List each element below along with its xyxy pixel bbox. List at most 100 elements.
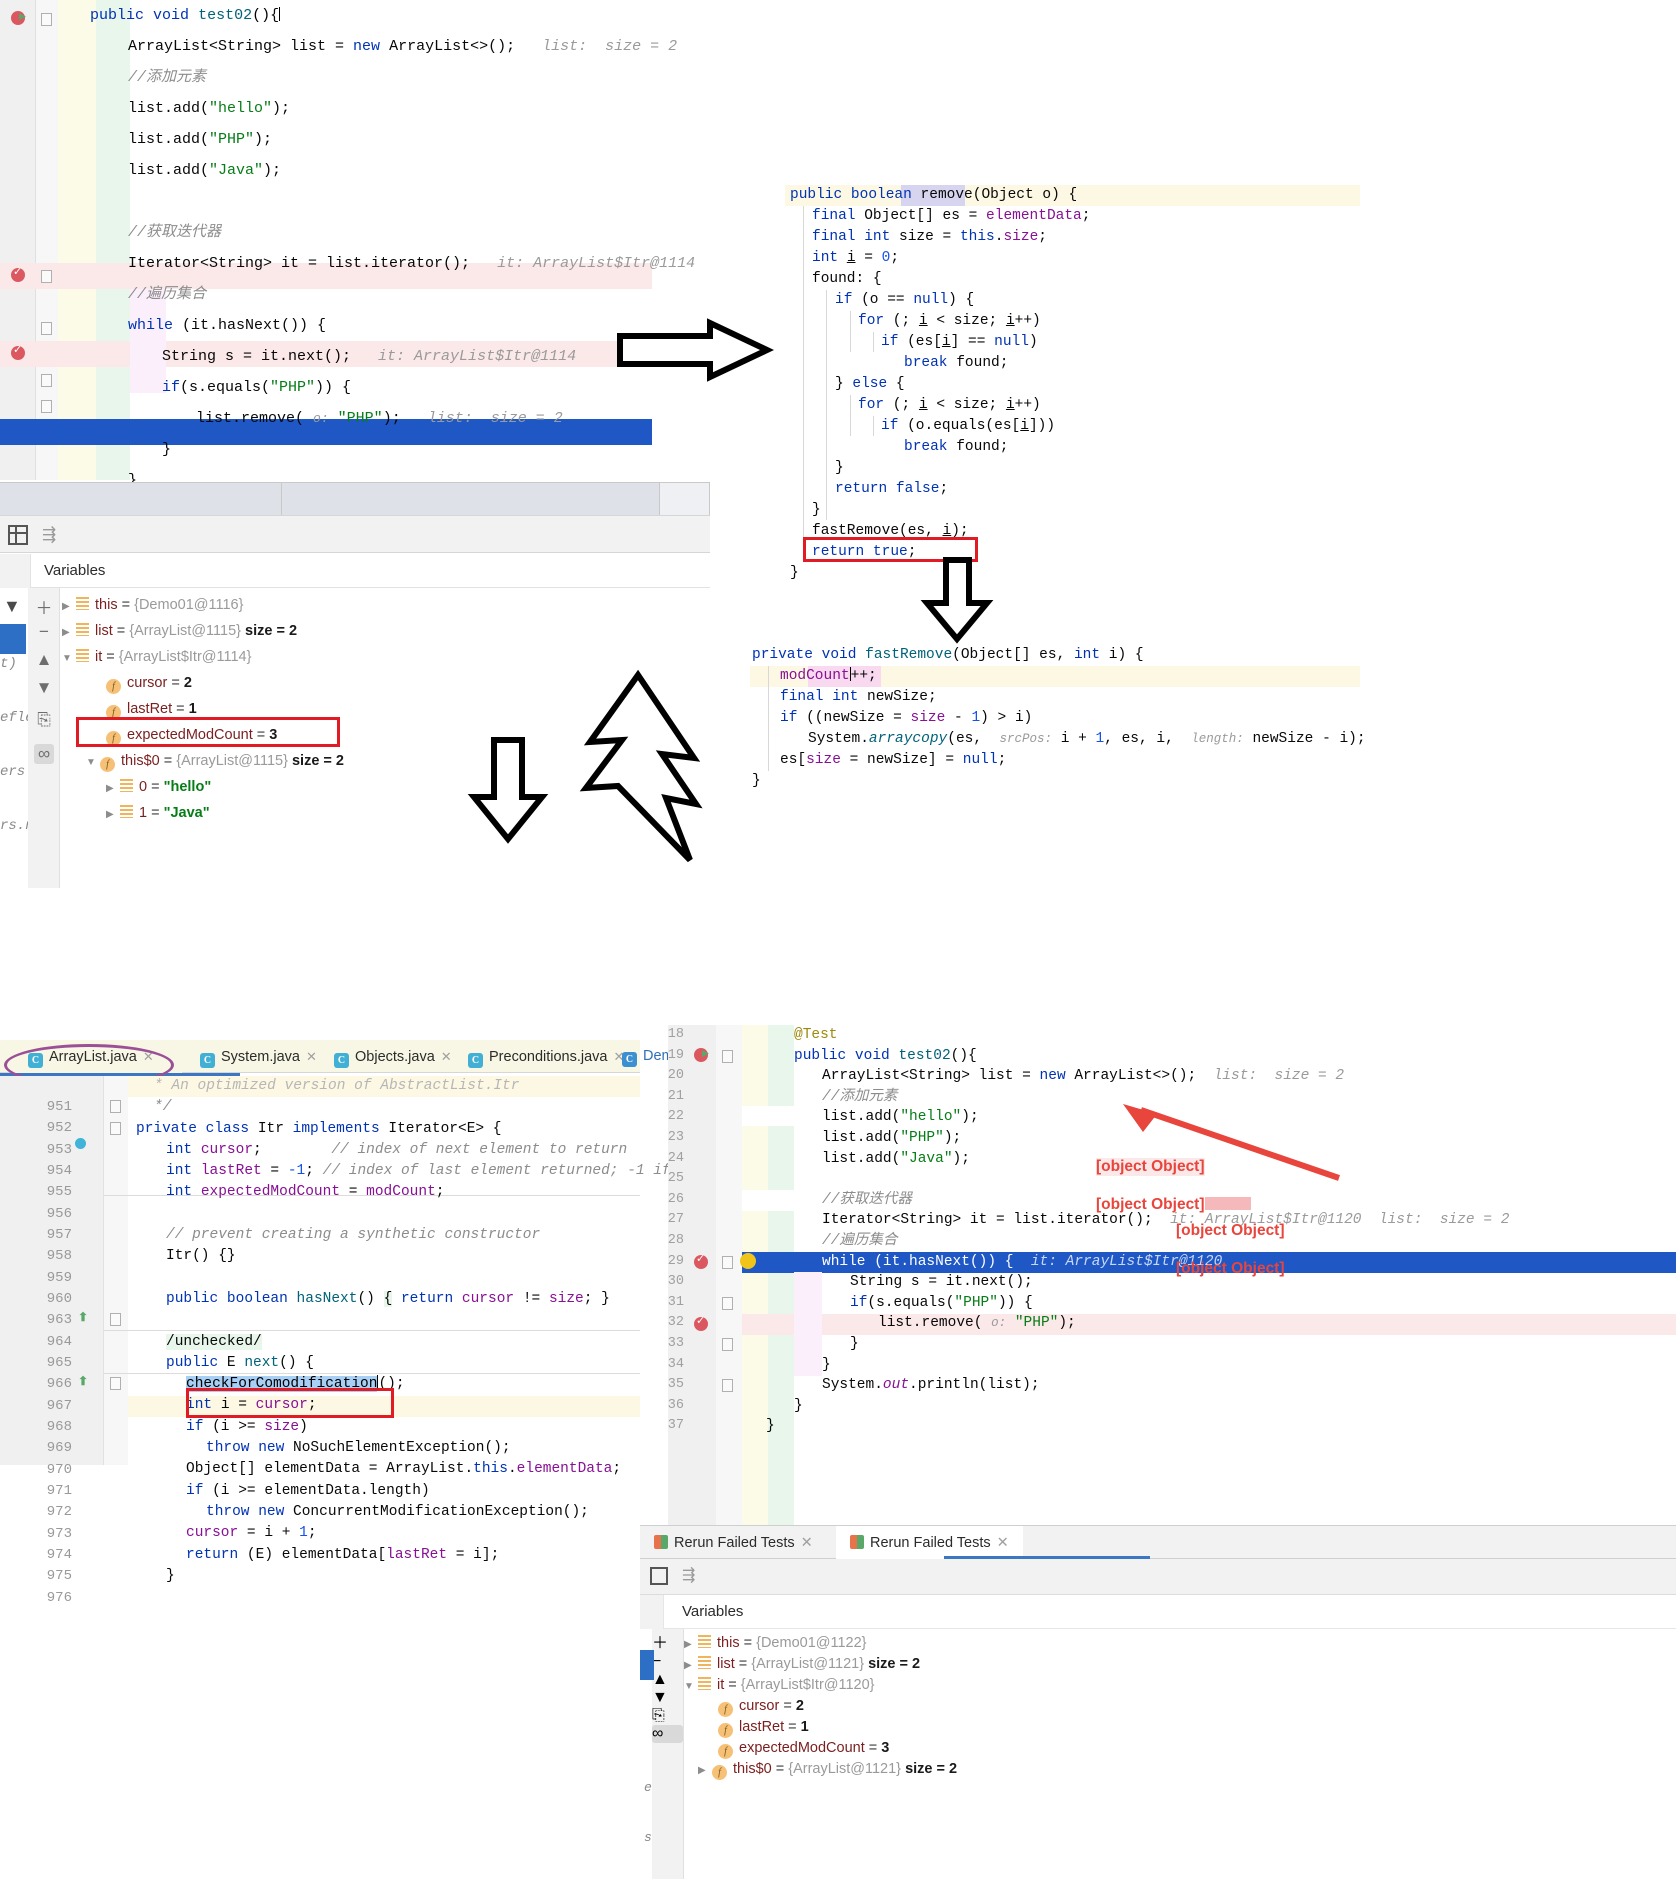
- down-icon[interactable]: ▼: [652, 1689, 683, 1707]
- run-tool-window-tabs[interactable]: Rerun Failed Tests ✕ Rerun Failed Tests ✕: [640, 1525, 1676, 1560]
- variable-row-index1[interactable]: ▶ 1 = "Java": [106, 802, 210, 826]
- fold-handle[interactable]: [110, 1122, 121, 1135]
- fold-handle[interactable]: [110, 1313, 121, 1326]
- fold-handle[interactable]: [110, 1377, 121, 1390]
- expander-icon[interactable]: ▶: [106, 778, 120, 800]
- override-marker-icon[interactable]: [75, 1138, 86, 1149]
- table-icon[interactable]: [8, 525, 28, 545]
- breakpoint-icon[interactable]: [694, 1252, 708, 1269]
- variable-row-index0[interactable]: ▶ 0 = "hello": [106, 776, 211, 800]
- expander-icon[interactable]: ▼: [62, 648, 76, 670]
- implementation-marker-icon[interactable]: ⬆: [78, 1310, 88, 1324]
- run-gutter-icon[interactable]: [11, 11, 26, 25]
- list-icon: [698, 1635, 711, 1648]
- implementation-marker-icon[interactable]: ⬆: [78, 1374, 88, 1388]
- close-icon[interactable]: ✕: [306, 1049, 317, 1064]
- list-icon: [698, 1677, 711, 1690]
- field-icon: f: [712, 1765, 727, 1780]
- variables-header-left-cell: [640, 1595, 664, 1629]
- variables-title: Variables: [44, 562, 106, 579]
- variable-row-cursor[interactable]: f cursor = 2: [718, 1695, 804, 1717]
- variable-row-it[interactable]: ▼ it = {ArrayList$Itr@1114}: [62, 646, 251, 670]
- close-icon[interactable]: ✕: [801, 1535, 813, 1551]
- plus-icon[interactable]: ＋: [652, 1629, 683, 1653]
- expander-icon[interactable]: ▶: [62, 622, 76, 644]
- fold-handle[interactable]: [41, 374, 52, 387]
- minus-icon[interactable]: −: [652, 1653, 683, 1671]
- debug-toolbar[interactable]: ⇶: [0, 515, 710, 553]
- fold-handle[interactable]: [722, 1050, 733, 1063]
- variable-row-this[interactable]: ▶ this = {Demo01@1116}: [62, 594, 243, 618]
- rerun-icon: [850, 1535, 864, 1549]
- fold-handle[interactable]: [41, 270, 52, 283]
- variable-row-cursor[interactable]: f cursor = 2: [106, 672, 192, 694]
- sort-icon[interactable]: ⇶: [682, 1565, 695, 1585]
- list-icon: [76, 597, 89, 610]
- expander-icon[interactable]: ▶: [698, 1760, 712, 1782]
- annotation-checkforcomodification: [object Object]: [1176, 1222, 1285, 1239]
- sort-icon[interactable]: ⇶: [42, 525, 62, 545]
- breakpoint-icon[interactable]: [694, 1314, 708, 1331]
- fastremove-code-text: private void fastRemove(Object[] es, int…: [752, 647, 1366, 789]
- expander-icon[interactable]: ▼: [86, 752, 100, 774]
- copy-icon[interactable]: ⎘: [652, 1707, 683, 1725]
- down-icon[interactable]: ▼: [34, 678, 54, 698]
- arraylist-source-panel[interactable]: C ArrayList.java ✕ C System.java ✕ C Objects.…: [0, 1040, 688, 1606]
- variable-row-lastret[interactable]: f lastRet = 1: [718, 1716, 809, 1738]
- annotation-not-reached: [object Object]: [1096, 1196, 1251, 1214]
- breakpoint-icon[interactable]: [11, 343, 25, 360]
- top-left-editor[interactable]: public void test02(){ ArrayList<String> …: [0, 0, 710, 551]
- checkforcomodification-box: [186, 1388, 394, 1418]
- annotation-size-cursor: [object Object]: [1096, 1158, 1205, 1176]
- expander-icon[interactable]: ▶: [62, 596, 76, 618]
- run-gutter-icon[interactable]: [694, 1048, 709, 1062]
- expander-icon[interactable]: ▶: [106, 804, 120, 826]
- fold-handle[interactable]: [722, 1256, 733, 1269]
- fold-handle[interactable]: [722, 1379, 733, 1392]
- variable-row-expectedmodcount[interactable]: f expectedModCount = 3: [718, 1737, 889, 1759]
- tabstrip-segment[interactable]: [0, 483, 282, 515]
- fold-column[interactable]: [716, 1025, 742, 1525]
- fold-handle[interactable]: [722, 1338, 733, 1351]
- tabstrip-segment[interactable]: [660, 483, 710, 515]
- up-icon[interactable]: ▲: [34, 650, 54, 670]
- variable-row-this0[interactable]: ▼ f this$0 = {ArrayList@1115} size = 2: [86, 750, 344, 774]
- file-tab-system[interactable]: C System.java ✕: [200, 1040, 317, 1073]
- tool-window-tabstrip[interactable]: [0, 482, 710, 515]
- plus-icon[interactable]: ＋: [34, 594, 54, 618]
- bottom-debug-toolbar[interactable]: ⇶: [640, 1559, 1676, 1595]
- variables-side-toolbar[interactable]: ＋ − ▲ ▼ ⎘ ∞: [28, 588, 60, 888]
- expander-icon[interactable]: ▼: [684, 1676, 698, 1698]
- breakpoint-icon[interactable]: [11, 265, 25, 282]
- variable-row-list[interactable]: ▶ list = {ArrayList@1115} size = 2: [62, 620, 297, 644]
- editor-gutter[interactable]: [0, 0, 36, 480]
- fold-handle[interactable]: [41, 13, 52, 26]
- variable-row-this0[interactable]: ▶ f this$0 = {ArrayList@1121} size = 2: [698, 1758, 957, 1782]
- tab-rerun-failed-tests-1[interactable]: Rerun Failed Tests ✕: [654, 1526, 813, 1560]
- glasses-icon[interactable]: ∞: [34, 744, 54, 764]
- list-icon: [120, 779, 133, 792]
- glasses-icon[interactable]: ∞: [652, 1725, 683, 1743]
- field-icon: f: [100, 757, 115, 772]
- table-icon[interactable]: [650, 1567, 668, 1585]
- minus-icon[interactable]: −: [34, 622, 54, 642]
- fold-handle[interactable]: [722, 1297, 733, 1310]
- fold-handle[interactable]: [41, 322, 52, 335]
- tab-rerun-failed-tests-2[interactable]: Rerun Failed Tests ✕: [836, 1526, 1023, 1560]
- fold-handle[interactable]: [110, 1100, 121, 1113]
- edge-scrap-text: s: [644, 1830, 652, 1845]
- file-tab-objects[interactable]: C Objects.java ✕: [334, 1040, 452, 1073]
- close-icon[interactable]: ✕: [997, 1535, 1009, 1551]
- fold-handle[interactable]: [41, 400, 52, 413]
- arrow-down-to-fastremove: [920, 557, 994, 644]
- file-tab-preconditions[interactable]: C Preconditions.java ✕: [468, 1040, 624, 1073]
- up-icon[interactable]: ▲: [652, 1671, 683, 1689]
- top-left-code-area[interactable]: public void test02(){ ArrayList<String> …: [58, 0, 710, 551]
- bottom-variables-side-toolbar[interactable]: ＋ − ▲ ▼ ⎘ ∞: [652, 1629, 684, 1879]
- expectedmodcount-highlight-box: [76, 717, 340, 747]
- close-icon[interactable]: ✕: [441, 1049, 452, 1064]
- copy-icon[interactable]: ⎘: [34, 710, 54, 730]
- field-icon: f: [106, 679, 121, 694]
- filter-icon[interactable]: ▼: [3, 596, 21, 617]
- tabstrip-segment[interactable]: [282, 483, 660, 515]
